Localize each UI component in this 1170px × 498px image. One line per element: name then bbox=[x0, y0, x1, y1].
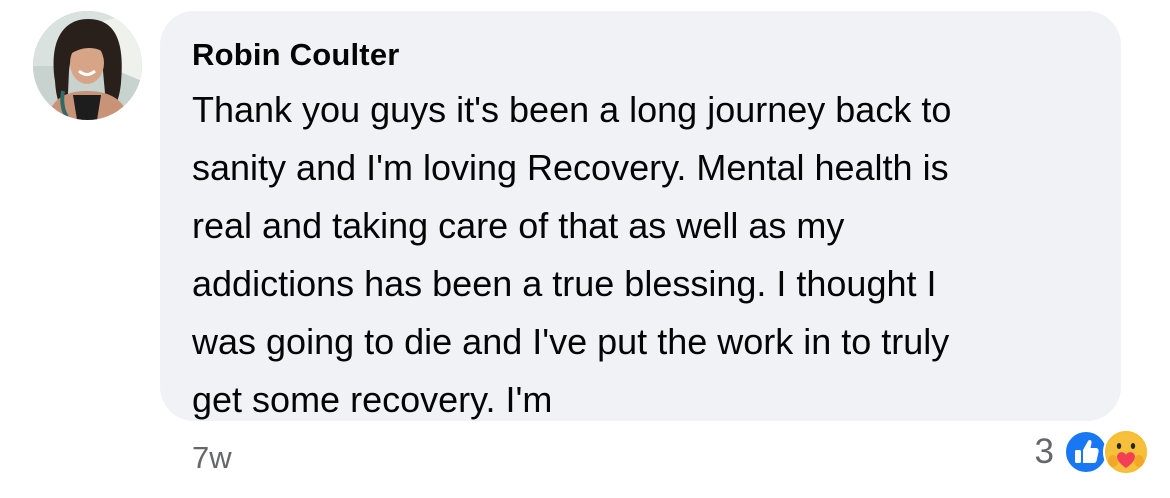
care-icon bbox=[1103, 429, 1149, 475]
comment-text: Thank you guys it's been a long journey … bbox=[192, 89, 952, 420]
reaction-count: 3 bbox=[1034, 432, 1054, 471]
comment-author[interactable]: Robin Coulter bbox=[192, 37, 400, 73]
reaction-icons bbox=[1064, 424, 1150, 480]
comment-bubble: Robin Coulter Thank you guys it's been a… bbox=[160, 11, 1121, 421]
comment-timestamp[interactable]: 7w bbox=[192, 440, 232, 476]
reactions-summary[interactable]: 3 bbox=[1035, 424, 1150, 480]
comment: Robin Coulter Thank you guys it's been a… bbox=[0, 0, 1170, 498]
avatar-image bbox=[33, 11, 142, 120]
avatar[interactable] bbox=[33, 11, 142, 120]
